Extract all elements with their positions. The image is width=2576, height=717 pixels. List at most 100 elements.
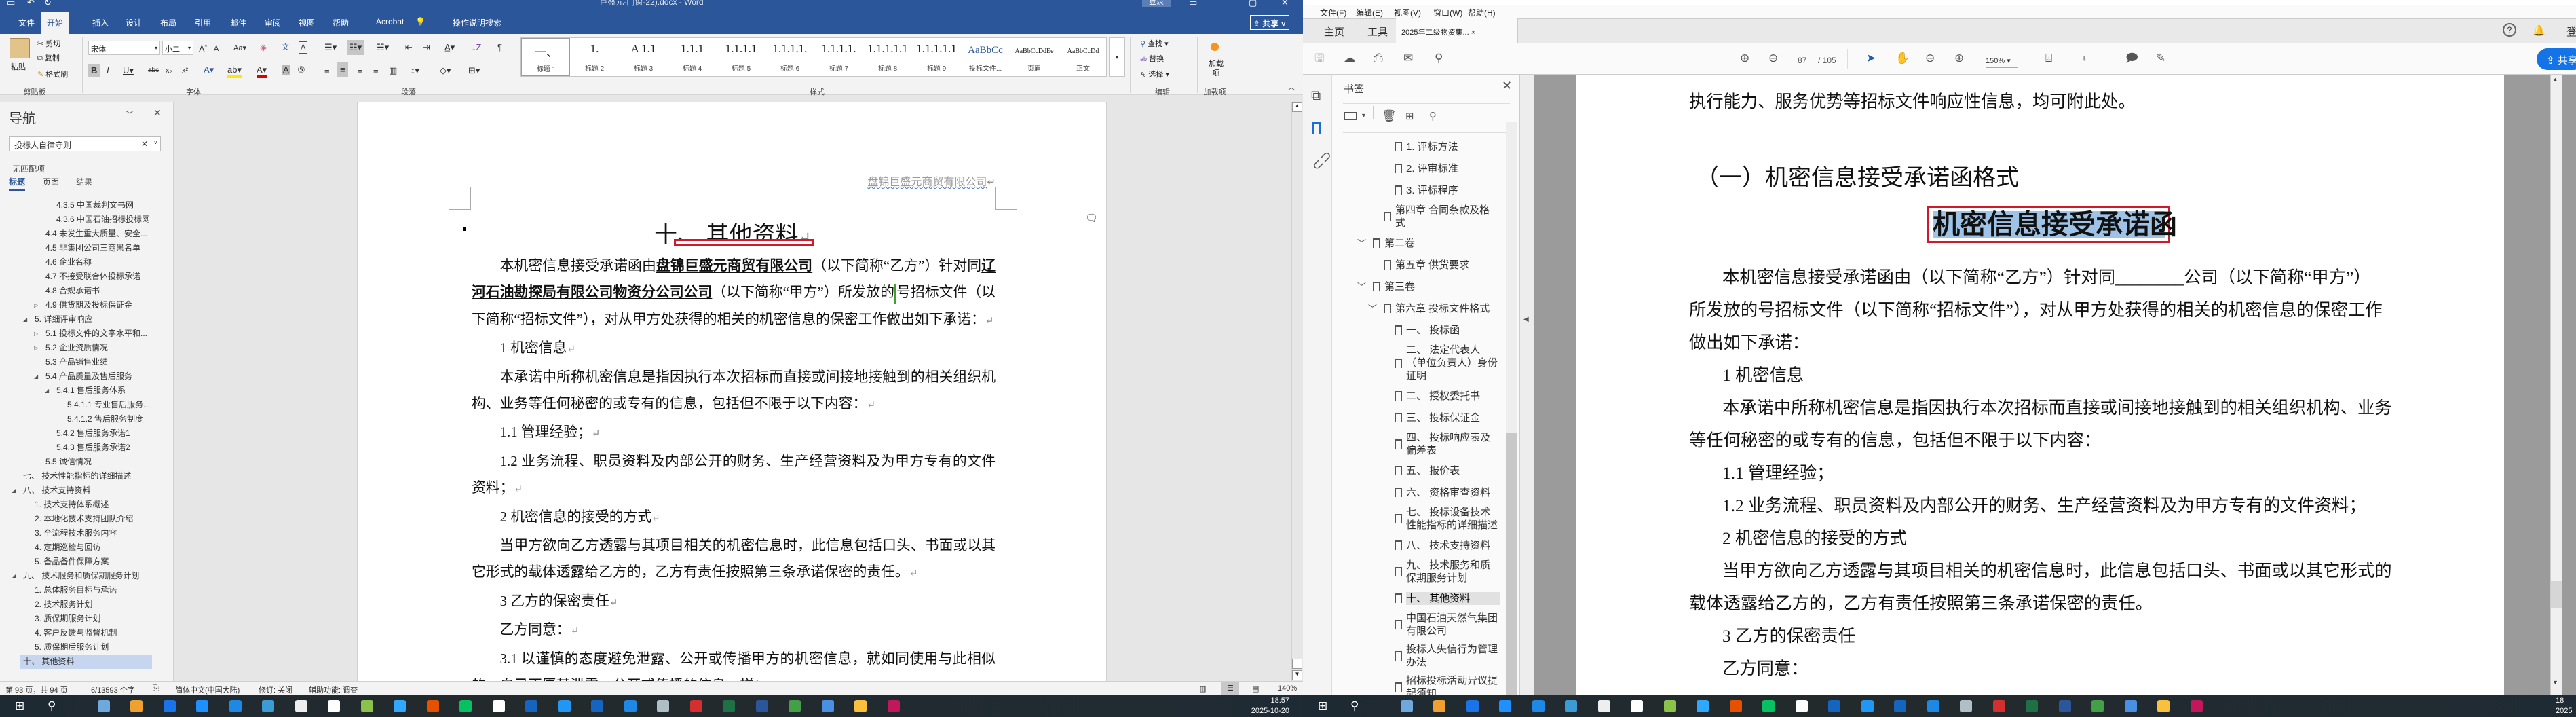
qq-icon[interactable]: [1795, 700, 1808, 712]
nav-heading-item[interactable]: 七、 技术性能指标的详细描述: [0, 469, 174, 483]
word-count[interactable]: 6/13593 个字: [91, 684, 135, 695]
bookmark-item[interactable]: 3. 评标程序: [1332, 179, 1505, 201]
select-button[interactable]: ⇖ 选择 ▾: [1140, 69, 1169, 79]
zoom-select[interactable]: 150% ▾: [1986, 55, 2018, 68]
style-item[interactable]: AaBbCcDd 正文: [1059, 38, 1107, 76]
app-icon[interactable]: [1927, 700, 1939, 712]
nav-heading-item[interactable]: 5.4.1.2 售后服务制度: [0, 412, 174, 426]
ribbon-tab[interactable]: 插入: [92, 16, 109, 30]
read-mode-icon[interactable]: ▥: [1199, 684, 1206, 693]
app-icon[interactable]: [525, 700, 537, 712]
page-thumbnails-icon[interactable]: ⧉: [1311, 88, 1321, 104]
bookmark-item[interactable]: 1. 评标方法: [1332, 136, 1505, 158]
cut-button[interactable]: ✂ 剪切: [37, 38, 60, 49]
format-painter-button[interactable]: ✎ 格式刷: [37, 69, 68, 79]
menu-item[interactable]: 视图(V): [1394, 7, 1421, 18]
phonetic-guide-icon[interactable]: 文: [282, 42, 289, 53]
app-icon[interactable]: [1960, 700, 1972, 712]
web-layout-icon[interactable]: ▤: [1252, 684, 1259, 693]
bookmark-item[interactable]: 投标人失信行为管理办法: [1332, 640, 1505, 672]
bookmark-item[interactable]: 第五章 供货要求: [1332, 254, 1505, 276]
char-shading-icon[interactable]: A: [282, 65, 290, 75]
nav-heading-item[interactable]: 十、 其他资料: [20, 655, 152, 669]
bookmark-item[interactable]: 五、 报价表: [1332, 460, 1505, 481]
app-icon[interactable]: [1663, 700, 1676, 712]
font-color-icon[interactable]: A▾: [257, 65, 267, 78]
nav-heading-item[interactable]: 2. 技术服务计划: [0, 598, 174, 612]
options-menu-icon[interactable]: [1344, 112, 1357, 120]
zoom-out-icon[interactable]: ⊖: [1925, 52, 1935, 65]
qq-icon[interactable]: [492, 700, 505, 712]
nav-heading-item[interactable]: 1. 技术支持体系概述: [0, 498, 174, 512]
excel-icon[interactable]: [2026, 700, 2038, 712]
nav-heading-item[interactable]: 4. 定期巡检与回访: [0, 540, 174, 555]
scroll-down-icon[interactable]: ▼: [2552, 679, 2558, 686]
track-changes[interactable]: 修订: 关闭: [259, 684, 292, 695]
nav-heading-item[interactable]: 5. 质保期后服务计划: [0, 640, 174, 655]
nav-heading-item[interactable]: 5.3 产品销售业绩: [0, 355, 174, 369]
collapsed-triangle-icon[interactable]: ▷: [34, 327, 38, 341]
tab-home[interactable]: 主页: [1324, 24, 1344, 39]
highlight-icon[interactable]: ab▾: [227, 65, 242, 78]
distributed-icon[interactable]: ▥: [389, 65, 397, 76]
menu-item[interactable]: 文件(F): [1320, 7, 1346, 18]
nav-heading-item[interactable]: 5. 备品备件保障方案: [0, 555, 174, 569]
copy-button[interactable]: ⧉ 复制: [37, 52, 60, 63]
help-icon[interactable]: ?: [2503, 23, 2516, 37]
bookmark-item[interactable]: 四、 投标响应表及偏差表: [1332, 428, 1505, 460]
acrobat-icon[interactable]: [1992, 700, 2005, 712]
file-explorer-icon[interactable]: [2157, 700, 2170, 712]
menu-item[interactable]: 窗口(W): [1433, 7, 1462, 18]
align-right-icon[interactable]: ≡: [358, 65, 363, 76]
pen-icon[interactable]: ✎: [2156, 52, 2165, 65]
clock-date[interactable]: 2025-10-20: [1242, 707, 1289, 715]
multilevel-list-icon[interactable]: ☵▾: [377, 42, 389, 53]
app-icon[interactable]: [591, 700, 603, 712]
scroll-up-icon[interactable]: ▲: [2552, 76, 2558, 83]
grow-font-icon[interactable]: A^: [199, 42, 207, 54]
nav-tab-headings[interactable]: 标题: [9, 176, 26, 191]
replace-button[interactable]: ab 替换: [1140, 53, 1164, 64]
bookmark-item[interactable]: 二、 法定代表人（单位负责人）身份证明: [1332, 341, 1505, 385]
nav-heading-item[interactable]: ◢ 5.4 产品质量及售后服务: [0, 369, 174, 384]
share-button[interactable]: ⇪ 共享 ˅: [1250, 15, 1289, 30]
chevron-down-icon[interactable]: ﹀: [126, 109, 134, 120]
prev-page-icon[interactable]: ⊕: [1740, 52, 1749, 65]
print-layout-icon[interactable]: ☰: [1221, 682, 1239, 695]
calculator-icon[interactable]: [97, 700, 110, 712]
clock-time[interactable]: 18:57: [1249, 697, 1289, 705]
italic-icon[interactable]: I: [107, 65, 109, 76]
bookmark-item[interactable]: ﹀ 第六章 投标文件格式: [1332, 297, 1505, 319]
app-icon[interactable]: [1565, 700, 1577, 712]
login-button[interactable]: 登: [2566, 24, 2576, 39]
font-name-select[interactable]: 宋体 ▾: [88, 41, 160, 55]
collapse-arrow-icon[interactable]: ◀: [1523, 316, 1529, 323]
search-icon[interactable]: ⚲: [1350, 700, 1363, 712]
bookmark-item[interactable]: 二、 授权委托书: [1332, 385, 1505, 407]
chevron-down-icon[interactable]: ﹀: [1357, 280, 1366, 293]
app-icon[interactable]: [1433, 700, 1445, 712]
file-icon[interactable]: [1631, 700, 1643, 712]
paste-button[interactable]: 粘贴: [11, 61, 26, 72]
add-bookmark-icon[interactable]: ⊞: [1405, 110, 1414, 122]
login-button[interactable]: 登录: [1142, 0, 1171, 7]
nav-heading-item[interactable]: ◢ 九、 技术服务和质保期服务计划: [0, 569, 174, 583]
word-icon[interactable]: [755, 700, 768, 712]
ribbon-display-icon[interactable]: ▭: [1189, 0, 1197, 8]
page-number-input[interactable]: 87: [1798, 54, 1813, 67]
style-item[interactable]: 1.1.1.1. 标题 6: [765, 38, 814, 76]
scroll-mode-icon[interactable]: ⍖: [2081, 52, 2087, 65]
start-icon[interactable]: ⊞: [1318, 700, 1330, 712]
photoshop-icon[interactable]: [1697, 700, 1709, 712]
zoom-in-icon[interactable]: ⊕: [1954, 52, 1964, 65]
app-icon[interactable]: [196, 700, 208, 712]
app-icon[interactable]: [130, 700, 143, 712]
excel-icon[interactable]: [723, 700, 735, 712]
chevron-down-icon[interactable]: ▼: [1361, 112, 1367, 119]
nav-heading-item[interactable]: ◢ 5. 详细评审响应: [0, 312, 174, 327]
nav-heading-item[interactable]: 5.4.1.1 专业售后服务...: [0, 398, 174, 412]
mail-icon[interactable]: ✉: [1403, 52, 1413, 65]
shading-icon[interactable]: ◇▾: [440, 65, 451, 76]
ribbon-tab[interactable]: 邮件: [230, 16, 246, 30]
proofing-icon[interactable]: ⎘: [153, 684, 159, 693]
